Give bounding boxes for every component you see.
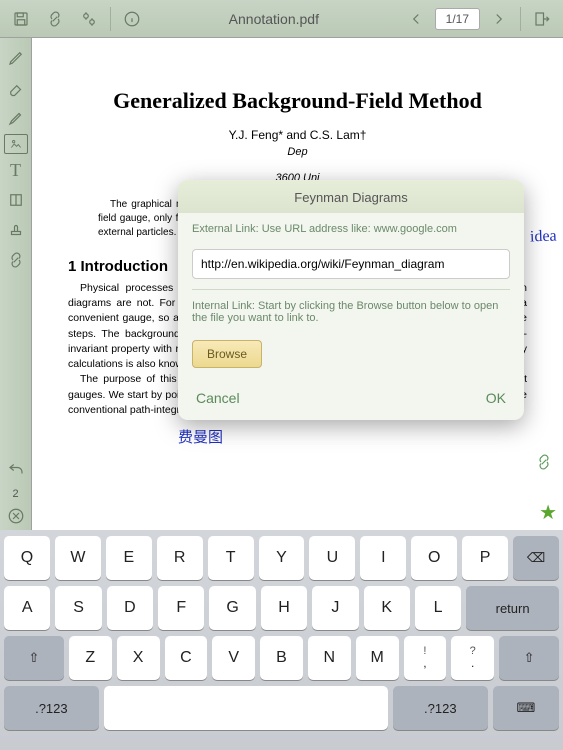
image-tool[interactable] xyxy=(4,134,28,154)
key-o[interactable]: O xyxy=(411,536,457,580)
handwriting-annotation[interactable]: 费曼图 xyxy=(178,426,223,447)
mode-key[interactable]: .?123 xyxy=(4,686,99,730)
exit-button[interactable] xyxy=(527,4,557,34)
save-button[interactable] xyxy=(6,4,36,34)
key-y[interactable]: Y xyxy=(259,536,305,580)
book-tool[interactable] xyxy=(2,186,30,214)
period-key[interactable]: ?. xyxy=(451,636,494,680)
next-page-button[interactable] xyxy=(484,4,514,34)
pen-tool[interactable] xyxy=(2,44,30,72)
key-x[interactable]: X xyxy=(117,636,160,680)
link-button[interactable] xyxy=(40,4,70,34)
prev-page-button[interactable] xyxy=(401,4,431,34)
mode-key-right[interactable]: .?123 xyxy=(393,686,488,730)
shift-key-right[interactable]: ⇧ xyxy=(499,636,559,680)
key-g[interactable]: G xyxy=(209,586,255,630)
highlighter-tool[interactable] xyxy=(2,104,30,132)
key-s[interactable]: S xyxy=(55,586,101,630)
page-indicator[interactable]: 1/17 xyxy=(435,8,480,30)
external-link-hint: External Link: Use URL address like: www… xyxy=(178,213,524,245)
ok-button[interactable]: OK xyxy=(486,390,506,406)
key-n[interactable]: N xyxy=(308,636,351,680)
link-annotation-icon[interactable] xyxy=(535,453,557,475)
key-z[interactable]: Z xyxy=(69,636,112,680)
paper-authors: Y.J. Feng* and C.S. Lam† xyxy=(68,128,527,142)
key-t[interactable]: T xyxy=(208,536,254,580)
browse-button[interactable]: Browse xyxy=(192,340,262,368)
key-p[interactable]: P xyxy=(462,536,508,580)
key-k[interactable]: K xyxy=(364,586,410,630)
link-edit-popup: Feynman Diagrams External Link: Use URL … xyxy=(178,180,524,420)
cancel-button[interactable]: Cancel xyxy=(196,390,240,406)
key-l[interactable]: L xyxy=(415,586,461,630)
eraser-tool[interactable] xyxy=(2,74,30,102)
key-w[interactable]: W xyxy=(55,536,101,580)
key-u[interactable]: U xyxy=(309,536,355,580)
key-q[interactable]: Q xyxy=(4,536,50,580)
key-f[interactable]: F xyxy=(158,586,204,630)
key-h[interactable]: H xyxy=(261,586,307,630)
key-r[interactable]: R xyxy=(157,536,203,580)
shift-key[interactable]: ⇧ xyxy=(4,636,64,680)
key-i[interactable]: I xyxy=(360,536,406,580)
space-key[interactable] xyxy=(104,686,388,730)
star-annotation-icon[interactable]: ★ xyxy=(539,500,557,525)
return-key[interactable]: return xyxy=(466,586,559,630)
key-c[interactable]: C xyxy=(165,636,208,680)
popup-title: Feynman Diagrams xyxy=(178,180,524,213)
stamp-tool[interactable] xyxy=(2,216,30,244)
backspace-key[interactable]: ⌫ xyxy=(513,536,559,580)
hide-keyboard-key[interactable]: ⌨ xyxy=(493,686,559,730)
info-button[interactable] xyxy=(117,4,147,34)
key-m[interactable]: M xyxy=(356,636,399,680)
undo-count: 2 xyxy=(12,488,18,500)
top-toolbar: Annotation.pdf 1/17 xyxy=(0,0,563,38)
internal-link-hint: Internal Link: Start by clicking the Bro… xyxy=(178,290,524,334)
tool-sidebar: T 2 xyxy=(0,38,32,530)
settings-button[interactable] xyxy=(74,4,104,34)
key-a[interactable]: A xyxy=(4,586,50,630)
key-j[interactable]: J xyxy=(312,586,358,630)
text-tool[interactable]: T xyxy=(2,156,30,184)
key-v[interactable]: V xyxy=(212,636,255,680)
key-d[interactable]: D xyxy=(107,586,153,630)
clear-button[interactable] xyxy=(2,502,30,530)
undo-button[interactable] xyxy=(2,458,30,486)
key-b[interactable]: B xyxy=(260,636,303,680)
link-tool[interactable] xyxy=(2,246,30,274)
on-screen-keyboard: QWERTYUIOP⌫ ASDFGHJKLreturn ⇧ZXCVBNM!,?.… xyxy=(0,530,563,750)
comma-key[interactable]: !, xyxy=(404,636,447,680)
key-e[interactable]: E xyxy=(106,536,152,580)
url-input[interactable] xyxy=(192,249,510,279)
document-title: Annotation.pdf xyxy=(151,11,397,27)
paper-title: Generalized Background-Field Method xyxy=(68,88,527,114)
handwriting-annotation[interactable]: idea xyxy=(530,228,557,247)
